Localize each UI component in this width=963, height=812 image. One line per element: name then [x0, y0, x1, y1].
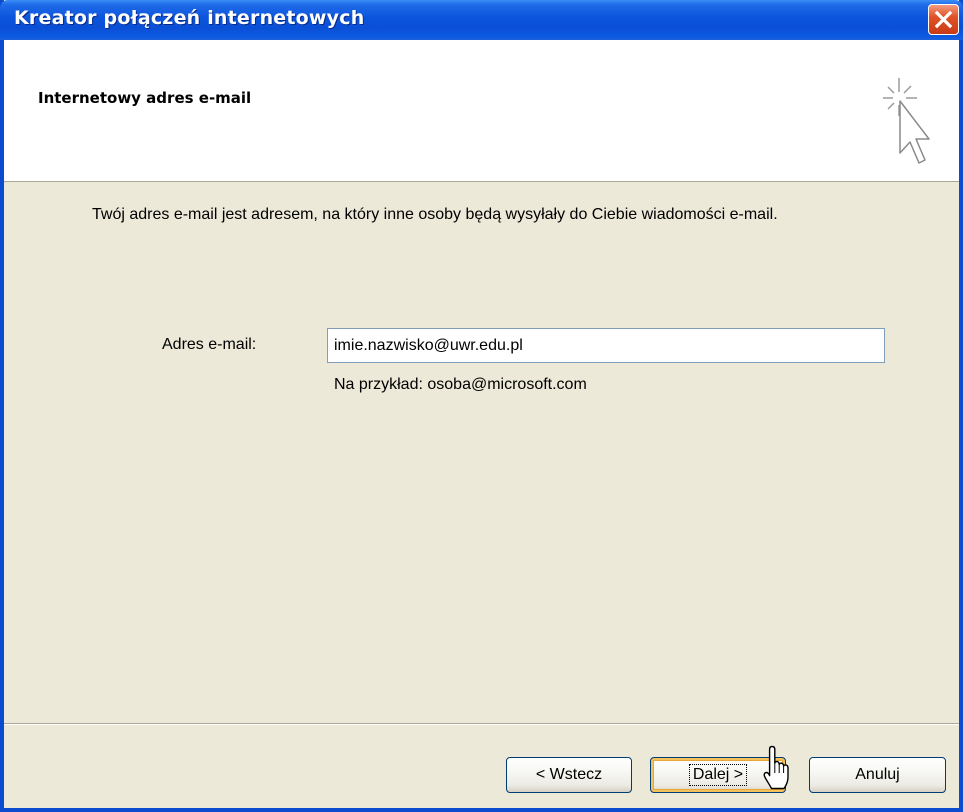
wizard-window: Kreator połączeń internetowych Interneto… [0, 0, 963, 812]
cancel-button[interactable]: Anuluj [809, 757, 946, 793]
description-text: Twój adres e-mail jest adresem, na który… [92, 206, 778, 223]
window-title: Kreator połączeń internetowych [14, 7, 365, 29]
page-title: Internetowy adres e-mail [38, 89, 252, 107]
close-icon [934, 10, 953, 29]
email-label: Adres e-mail: [162, 336, 257, 353]
wizard-header: Internetowy adres e-mail [4, 40, 959, 182]
email-field[interactable] [327, 328, 885, 363]
hand-pointer-icon [763, 745, 789, 790]
title-bar[interactable]: Kreator połączeń internetowych [0, 0, 963, 40]
footer-divider [4, 723, 959, 725]
cancel-button-label: Anuluj [855, 766, 900, 783]
back-button[interactable]: < Wstecz [506, 757, 632, 793]
close-button[interactable] [928, 4, 959, 35]
next-button-label: Dalej > [688, 764, 748, 786]
example-hint: Na przykład: osoba@microsoft.com [334, 376, 587, 393]
back-button-label: < Wstecz [535, 766, 603, 783]
wizard-pointer-icon [883, 78, 930, 164]
